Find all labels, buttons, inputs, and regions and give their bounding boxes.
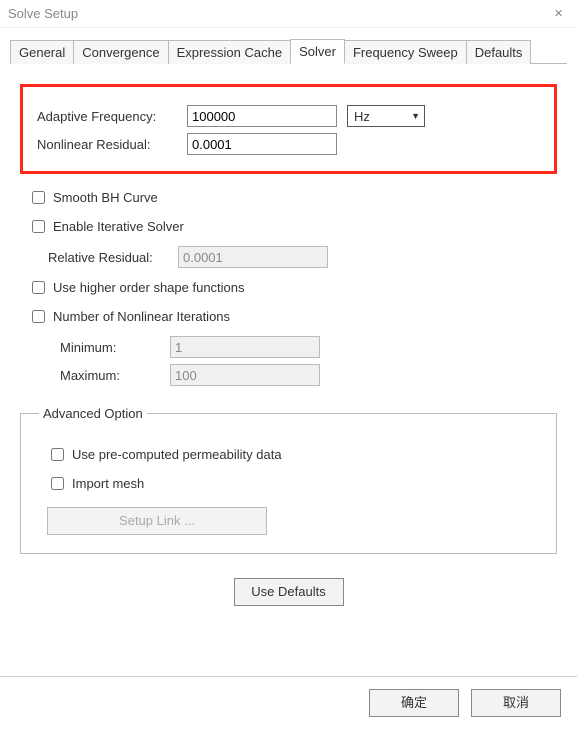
close-icon[interactable]: × xyxy=(548,0,569,27)
ok-button[interactable]: 确定 xyxy=(369,689,459,717)
solver-panel: Adaptive Frequency: Hz ▼ Nonlinear Resid… xyxy=(0,64,577,606)
tab-expression-cache[interactable]: Expression Cache xyxy=(168,40,292,64)
tab-general[interactable]: General xyxy=(10,40,74,64)
maximum-input xyxy=(170,364,320,386)
higher-order-checkbox[interactable] xyxy=(32,281,45,294)
dialog-footer: 确定 取消 xyxy=(0,676,577,729)
advanced-option-legend: Advanced Option xyxy=(39,406,147,421)
num-nonlinear-checkbox[interactable] xyxy=(32,310,45,323)
adaptive-frequency-input[interactable] xyxy=(187,105,337,127)
nonlinear-residual-input[interactable] xyxy=(187,133,337,155)
num-nonlinear-label: Number of Nonlinear Iterations xyxy=(53,309,230,324)
higher-order-label: Use higher order shape functions xyxy=(53,280,245,295)
nonlinear-residual-label: Nonlinear Residual: xyxy=(37,137,187,152)
tab-solver[interactable]: Solver xyxy=(290,39,345,64)
smooth-bh-checkbox[interactable] xyxy=(32,191,45,204)
enable-iterative-checkbox[interactable] xyxy=(32,220,45,233)
use-defaults-button[interactable]: Use Defaults xyxy=(234,578,344,606)
smooth-bh-label: Smooth BH Curve xyxy=(53,190,158,205)
precomputed-perm-checkbox[interactable] xyxy=(51,448,64,461)
relative-residual-label: Relative Residual: xyxy=(48,250,178,265)
window-title: Solve Setup xyxy=(8,0,78,27)
maximum-label: Maximum: xyxy=(60,368,170,383)
minimum-input xyxy=(170,336,320,358)
tab-convergence[interactable]: Convergence xyxy=(73,40,168,64)
setup-link-button: Setup Link ... xyxy=(47,507,267,535)
precomputed-perm-label: Use pre-computed permeability data xyxy=(72,447,282,462)
tab-defaults[interactable]: Defaults xyxy=(466,40,532,64)
tab-strip: General Convergence Expression Cache Sol… xyxy=(0,28,577,63)
tab-frequency-sweep[interactable]: Frequency Sweep xyxy=(344,40,467,64)
chevron-down-icon: ▼ xyxy=(411,111,420,121)
advanced-option-group: Advanced Option Use pre-computed permeab… xyxy=(20,406,557,554)
adaptive-frequency-unit-value: Hz xyxy=(354,109,370,124)
title-bar: Solve Setup × xyxy=(0,0,577,28)
cancel-button[interactable]: 取消 xyxy=(471,689,561,717)
highlight-box: Adaptive Frequency: Hz ▼ Nonlinear Resid… xyxy=(20,84,557,174)
minimum-label: Minimum: xyxy=(60,340,170,355)
import-mesh-label: Import mesh xyxy=(72,476,144,491)
adaptive-frequency-label: Adaptive Frequency: xyxy=(37,109,187,124)
adaptive-frequency-unit-select[interactable]: Hz ▼ xyxy=(347,105,425,127)
enable-iterative-label: Enable Iterative Solver xyxy=(53,219,184,234)
relative-residual-input xyxy=(178,246,328,268)
import-mesh-checkbox[interactable] xyxy=(51,477,64,490)
